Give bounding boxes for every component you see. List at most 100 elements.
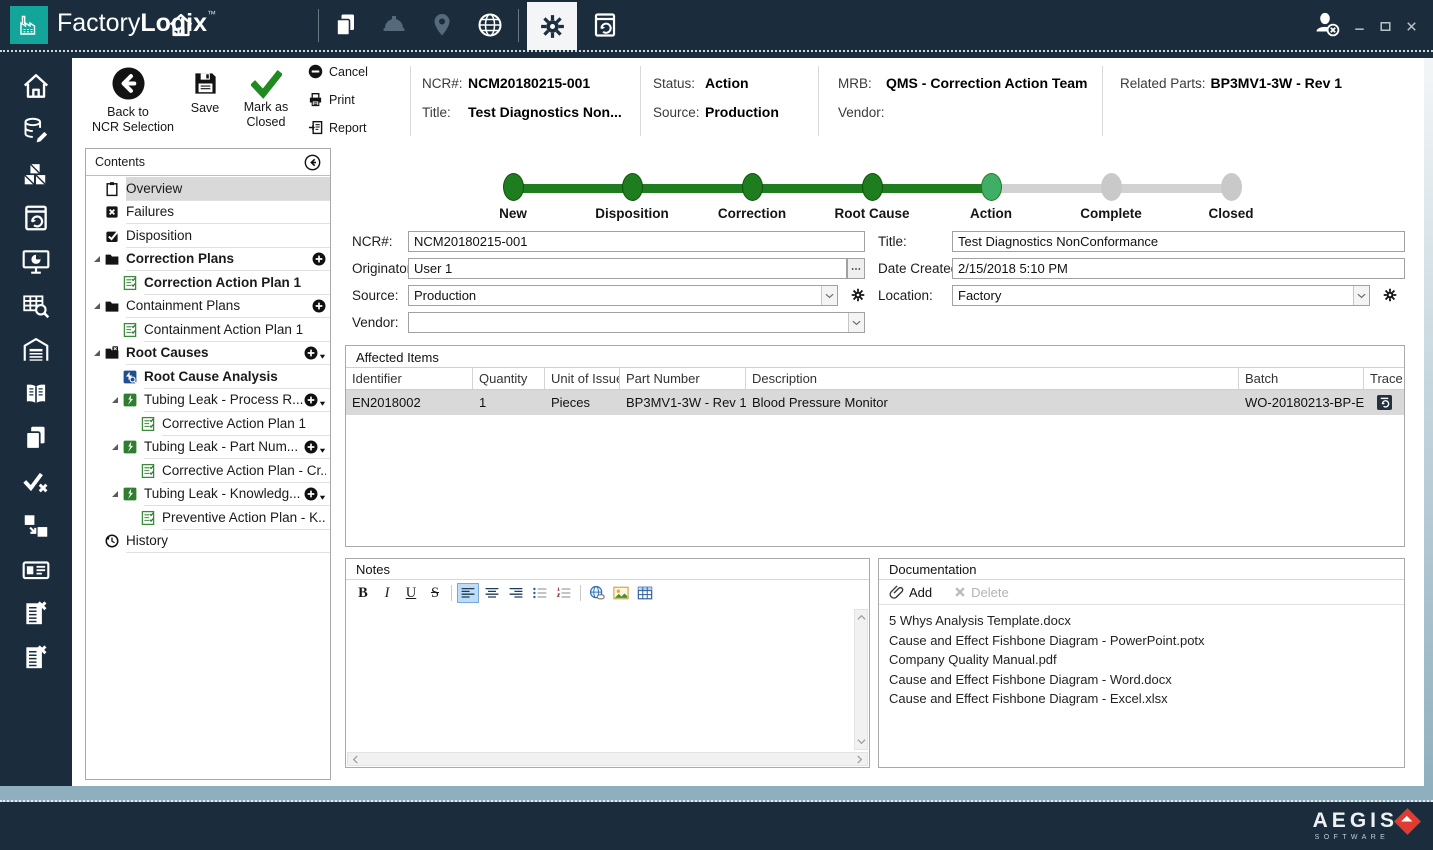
ncr-input[interactable]: [408, 231, 865, 252]
expander-icon[interactable]: [90, 302, 103, 311]
list-x-icon[interactable]: [21, 643, 51, 673]
pages-icon[interactable]: [332, 11, 360, 39]
trace-icon[interactable]: [1376, 395, 1392, 410]
column-header-trace[interactable]: Trace: [1364, 368, 1404, 389]
column-header-part-number[interactable]: Part Number: [620, 368, 746, 389]
book-icon[interactable]: [21, 379, 51, 409]
scroll-up-icon[interactable]: [856, 613, 866, 622]
strikethrough-button[interactable]: S: [424, 583, 446, 603]
window-maximize-button[interactable]: [1378, 19, 1393, 34]
tree-item-failures[interactable]: Failures: [86, 201, 330, 224]
save-button[interactable]: Save: [182, 70, 228, 116]
grid-magnifier-icon[interactable]: [21, 291, 51, 321]
add-icon[interactable]: [312, 252, 326, 266]
bullet-list-button[interactable]: [529, 583, 551, 603]
doc-undo-icon[interactable]: [21, 203, 51, 233]
check-x-icon[interactable]: [21, 467, 51, 497]
tree-item-history[interactable]: History: [86, 530, 330, 553]
warehouse-icon[interactable]: [21, 335, 51, 365]
tree-item-containment-action-plan-1[interactable]: Containment Action Plan 1: [86, 318, 330, 342]
tree-item-tubing-leak-part-num[interactable]: Tubing Leak - Part Num...: [86, 436, 330, 459]
chevron-down-icon[interactable]: [848, 313, 864, 332]
expander-icon[interactable]: [108, 490, 121, 499]
document-file[interactable]: 5 Whys Analysis Template.docx: [889, 611, 1394, 631]
italic-button[interactable]: I: [376, 583, 398, 603]
report-button[interactable]: Report: [308, 120, 367, 135]
insert-table-button[interactable]: [634, 583, 656, 603]
align-right-button[interactable]: [505, 583, 527, 603]
add-icon[interactable]: [312, 299, 326, 313]
settings-tab-active[interactable]: [527, 2, 577, 50]
tree-item-disposition[interactable]: Disposition: [86, 224, 330, 248]
back-to-ncr-selection-button[interactable]: Back to NCR Selection: [92, 66, 174, 135]
column-header-unit-of-issue[interactable]: Unit of Issue: [545, 368, 620, 389]
tree-item-containment-plans[interactable]: Containment Plans: [86, 295, 330, 318]
add-document-button[interactable]: Add: [889, 585, 932, 600]
expander-icon[interactable]: [108, 396, 121, 405]
print-button[interactable]: Print: [308, 92, 355, 107]
chevron-down-icon[interactable]: [821, 286, 837, 305]
scroll-left-icon[interactable]: [351, 754, 360, 764]
source-settings-gear-icon[interactable]: [850, 287, 866, 303]
add-icon[interactable]: [304, 346, 318, 360]
add-icon[interactable]: [304, 487, 318, 501]
align-left-button[interactable]: [457, 583, 479, 603]
notes-editor[interactable]: [346, 607, 869, 767]
column-header-description[interactable]: Description: [746, 368, 1239, 389]
align-center-button[interactable]: [481, 583, 503, 603]
notes-vertical-scrollbar[interactable]: [854, 609, 868, 750]
document-file[interactable]: Company Quality Manual.pdf: [889, 650, 1394, 670]
collapse-panel-icon[interactable]: [304, 154, 321, 171]
document-file[interactable]: Cause and Effect Fishbone Diagram - Powe…: [889, 631, 1394, 651]
add-icon[interactable]: [304, 440, 318, 454]
map-pin-icon[interactable]: [428, 11, 456, 39]
tree-item-overview[interactable]: Overview: [86, 177, 330, 201]
transfer-icon[interactable]: [21, 511, 51, 541]
column-header-identifier[interactable]: Identifier: [346, 368, 473, 389]
expander-icon[interactable]: [108, 443, 121, 452]
document-file[interactable]: Cause and Effect Fishbone Diagram - Word…: [889, 670, 1394, 690]
insert-link-button[interactable]: [586, 583, 608, 603]
window-close-button[interactable]: [1404, 19, 1419, 34]
vendor-select[interactable]: [408, 312, 865, 333]
originator-browse-button[interactable]: [847, 258, 865, 279]
tree-item-corrective-action-plan-cr[interactable]: Corrective Action Plan - Cr...: [86, 459, 330, 483]
database-edit-icon[interactable]: [21, 115, 51, 145]
caret-down-icon[interactable]: [319, 447, 326, 454]
column-header-batch[interactable]: Batch: [1239, 368, 1364, 389]
tree-item-tubing-leak-process-r[interactable]: Tubing Leak - Process R...: [86, 389, 330, 412]
expander-icon[interactable]: [90, 349, 103, 358]
monitor-pie-icon[interactable]: [21, 247, 51, 277]
date-created-input[interactable]: [952, 258, 1405, 279]
notes-horizontal-scrollbar[interactable]: [347, 752, 868, 766]
bold-button[interactable]: B: [352, 583, 374, 603]
user-logout-icon[interactable]: [1313, 10, 1343, 40]
id-card-icon[interactable]: [21, 555, 51, 585]
add-icon[interactable]: [304, 393, 318, 407]
globe-icon[interactable]: [476, 11, 504, 39]
originator-input[interactable]: [408, 258, 847, 279]
tree-item-tubing-leak-knowledg[interactable]: Tubing Leak - Knowledg...: [86, 483, 330, 506]
hard-hat-icon[interactable]: [380, 11, 408, 39]
cancel-button[interactable]: Cancel: [308, 64, 368, 79]
list-x-icon[interactable]: [21, 599, 51, 629]
scroll-right-icon[interactable]: [855, 754, 864, 764]
underline-button[interactable]: U: [400, 583, 422, 603]
doc-undo-icon[interactable]: [591, 11, 619, 39]
caret-down-icon[interactable]: [319, 400, 326, 407]
home-icon[interactable]: [21, 71, 51, 101]
delete-document-button[interactable]: Delete: [954, 585, 1009, 600]
number-list-button[interactable]: [553, 583, 575, 603]
crates-icon[interactable]: [21, 159, 51, 189]
tree-item-preventive-action-plan-k[interactable]: Preventive Action Plan - K...: [86, 506, 330, 530]
window-minimize-button[interactable]: [1352, 19, 1367, 34]
scroll-down-icon[interactable]: [856, 737, 866, 746]
insert-image-button[interactable]: [610, 583, 632, 603]
document-file[interactable]: Cause and Effect Fishbone Diagram - Exce…: [889, 689, 1394, 709]
caret-down-icon[interactable]: [319, 353, 326, 360]
tree-item-correction-plans[interactable]: Correction Plans: [86, 248, 330, 271]
tree-item-root-causes[interactable]: Root Causes: [86, 342, 330, 365]
mark-as-closed-button[interactable]: Mark as Closed: [236, 68, 296, 130]
home-icon[interactable]: [167, 11, 195, 39]
tree-item-root-cause-analysis[interactable]: Root Cause Analysis: [86, 365, 330, 389]
